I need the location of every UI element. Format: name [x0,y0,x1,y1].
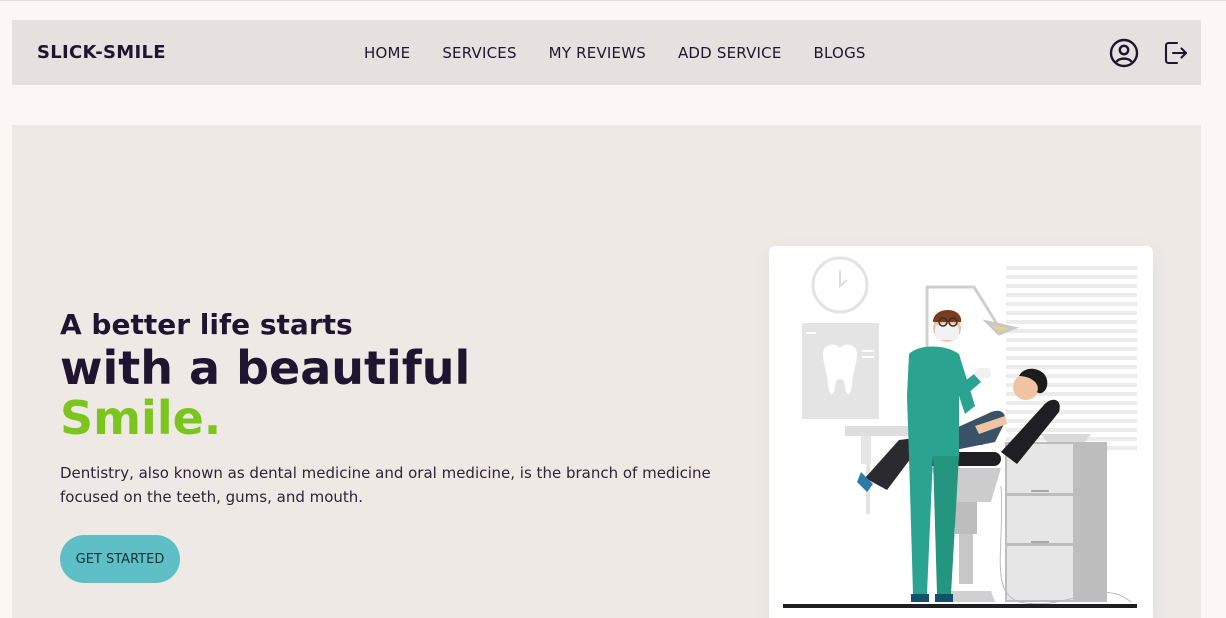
logout-icon[interactable] [1161,38,1191,68]
nav-link-add-service[interactable]: ADD SERVICE [678,44,782,62]
hero-heading-line-2: with a beautiful [60,341,471,395]
dentist-illustration [769,246,1153,618]
brand-logo-text[interactable]: SLICK-SMILE [37,20,166,85]
hero-section: A better life starts with a beautiful Sm… [12,125,1201,618]
user-profile-icon[interactable] [1109,38,1139,68]
floor-line [783,604,1137,608]
hero-heading-line-1: A better life starts [60,308,353,341]
hero-description: Dentistry, also known as dental medicine… [60,464,711,506]
wall-clock-icon [811,256,869,314]
nav-link-blogs[interactable]: BLOGS [814,44,866,62]
window-blinds [1006,266,1137,450]
nav-link-services[interactable]: SERVICES [442,44,516,62]
nav-icons [1109,20,1191,85]
get-started-button[interactable]: GET STARTED [60,535,180,583]
hero-text-block: A better life starts with a beautiful Sm… [60,307,760,509]
nav-link-home[interactable]: HOME [364,44,410,62]
top-navbar: SLICK-SMILE HOME SERVICES MY REVIEWS ADD… [12,20,1201,85]
hero-heading-line-3: Smile. [60,391,222,445]
nav-links: HOME SERVICES MY REVIEWS ADD SERVICE BLO… [364,20,866,85]
tooth-poster [802,323,879,419]
nav-link-my-reviews[interactable]: MY REVIEWS [549,44,646,62]
